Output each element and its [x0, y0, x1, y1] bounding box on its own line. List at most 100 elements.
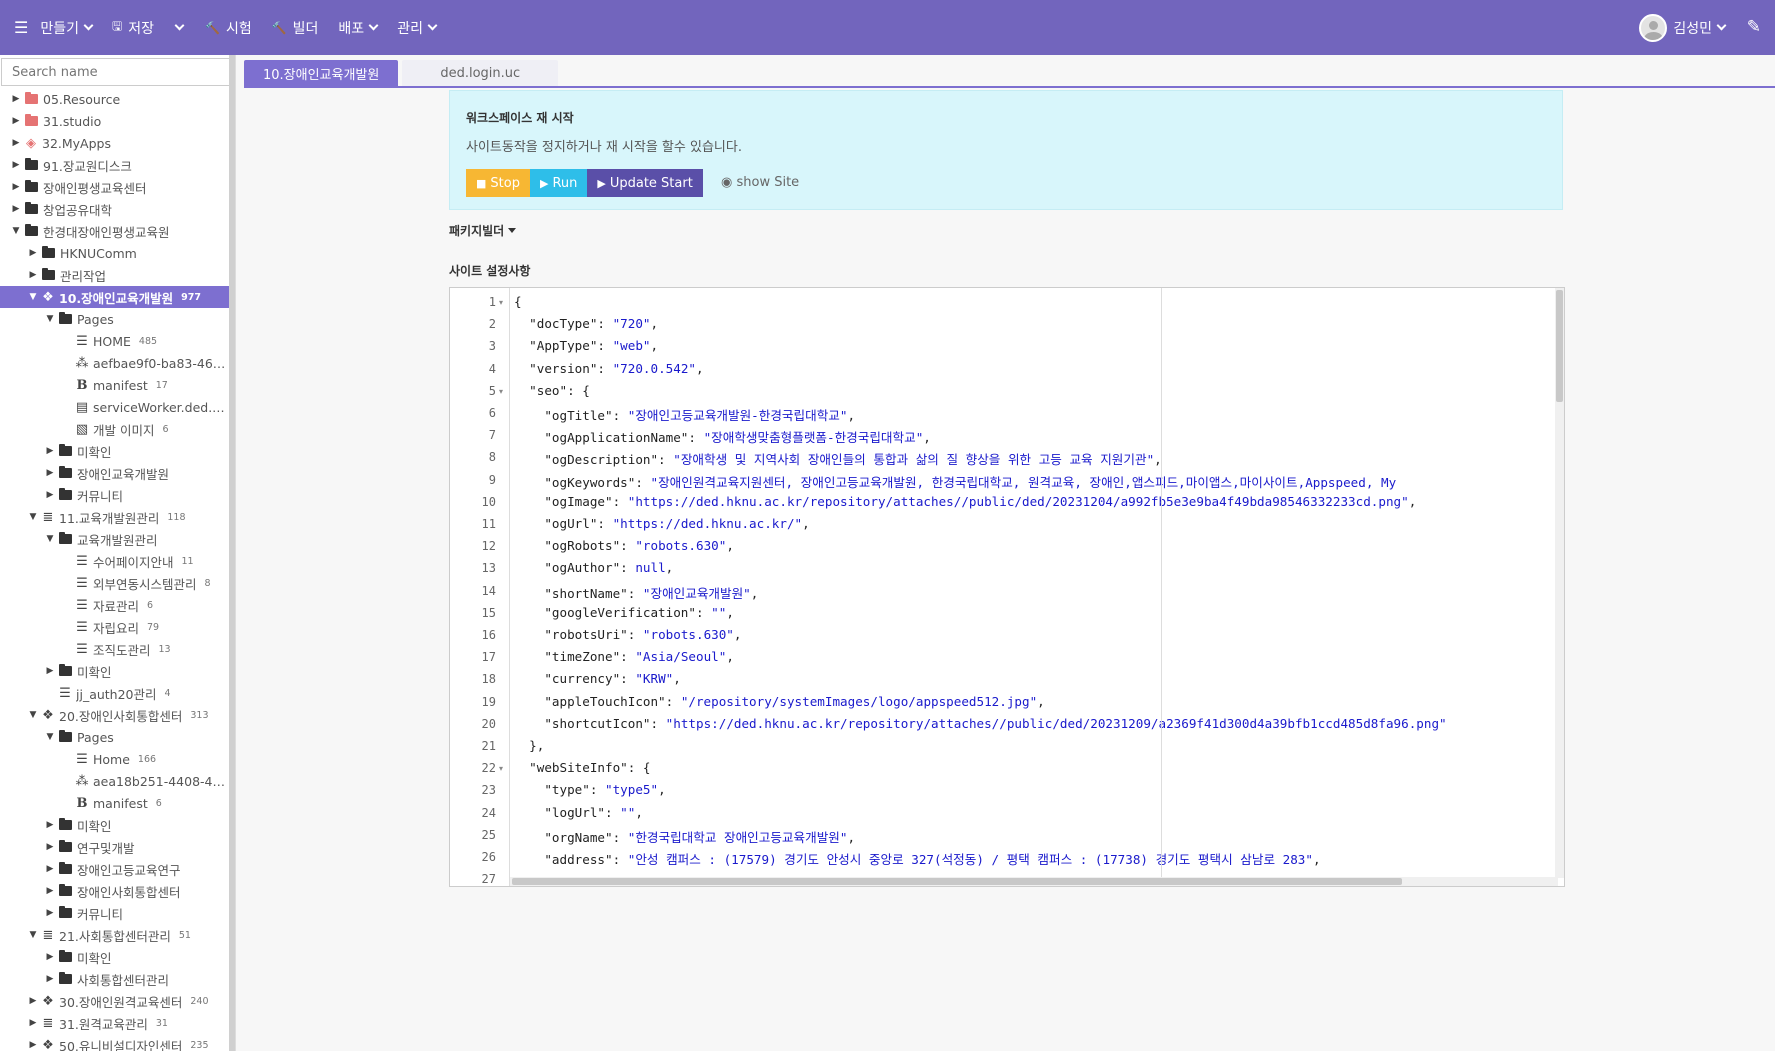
tree-item[interactable]: ▶ 미확인	[0, 440, 230, 462]
caret-right-icon[interactable]: ▶	[44, 842, 56, 852]
tree-item[interactable]: ▶ 05.Resource	[0, 88, 230, 110]
caret-right-icon[interactable]: ▶	[27, 1040, 39, 1050]
fold-toggle-icon[interactable]: ▾	[499, 387, 503, 396]
tree-item[interactable]: ⁂ aefbae9f0-ba83-46…	[0, 352, 230, 374]
tree-item[interactable]: ▼ ❖ 10.장애인교육개발원 977	[0, 286, 230, 308]
caret-right-icon[interactable]: ▶	[44, 666, 56, 676]
manage-menu[interactable]: 관리	[387, 0, 446, 55]
tab-ded-login[interactable]: ded.login.uc	[402, 60, 559, 86]
show-site-link[interactable]: ◉ show Site	[721, 175, 799, 190]
tree-item[interactable]: ▶ 31.studio	[0, 110, 230, 132]
caret-right-icon[interactable]: ▶	[27, 248, 39, 258]
tree-item[interactable]: ▶ 관리작업	[0, 264, 230, 286]
tree-item[interactable]: ▶ 창업공유대학	[0, 198, 230, 220]
caret-down-icon[interactable]: ▼	[44, 534, 56, 544]
caret-right-icon[interactable]: ▶	[10, 138, 22, 148]
tree-item[interactable]: ☰ 조직도관리 13	[0, 638, 230, 660]
tree-item[interactable]: ▼ 한경대장애인평생교육원	[0, 220, 230, 242]
caret-right-icon[interactable]: ▶	[10, 116, 22, 126]
caret-down-icon[interactable]: ▼	[27, 512, 39, 522]
package-builder-dropdown[interactable]: 패키지빌더	[449, 222, 517, 239]
tree-item[interactable]: ▼ 교육개발원관리	[0, 528, 230, 550]
scrollbar-thumb[interactable]	[512, 878, 1402, 885]
tree-item[interactable]: ☰ 수어페이지안내 11	[0, 550, 230, 572]
tree-item[interactable]: ▶ 사회통합센터관리	[0, 968, 230, 990]
tree-item[interactable]: ▶ ❖ 50.유니비설디자인센터 235	[0, 1034, 230, 1051]
caret-down-icon[interactable]: ▼	[44, 314, 56, 324]
sidebar-scrollbar[interactable]	[229, 55, 235, 1051]
stop-button[interactable]: ■ Stop	[466, 169, 530, 197]
tree-item[interactable]: Bmanifest 6	[0, 792, 230, 814]
caret-right-icon[interactable]: ▶	[27, 270, 39, 280]
tree-item[interactable]: ▶ 미확인	[0, 814, 230, 836]
caret-right-icon[interactable]: ▶	[10, 204, 22, 214]
create-menu[interactable]: ☰ 만들기	[0, 0, 102, 55]
caret-right-icon[interactable]: ▶	[44, 864, 56, 874]
tree-item[interactable]: ▼ ≣ 11.교육개발원관리 118	[0, 506, 230, 528]
tree-item[interactable]: ▶ ≣ 31.원격교육관리 31	[0, 1012, 230, 1034]
caret-right-icon[interactable]: ▶	[44, 974, 56, 984]
tree-item[interactable]: ▶ 미확인	[0, 946, 230, 968]
json-code-editor[interactable]: 1 ▾ 2 3 4 5 ▾ 6 7 8 9 10 11 12 13 14 15 16 17 18 19 20 21 22 ▾ 23…	[449, 287, 1565, 887]
pin-icon[interactable]: ✎	[1747, 17, 1761, 37]
tree-item[interactable]: ▶ 91.장교원디스크	[0, 154, 230, 176]
caret-right-icon[interactable]: ▶	[44, 468, 56, 478]
tree-item[interactable]: ☰ HOME 485	[0, 330, 230, 352]
tree-item[interactable]: ▶ 장애인사회통합센터	[0, 880, 230, 902]
caret-right-icon[interactable]: ▶	[27, 996, 39, 1006]
save-dropdown-toggle[interactable]	[164, 0, 195, 55]
user-menu[interactable]: 김성민	[1639, 0, 1727, 55]
tree-item[interactable]: ▶ ◈ 32.MyApps	[0, 132, 230, 154]
vertical-scrollbar[interactable]	[1555, 288, 1564, 878]
tree-item[interactable]: ▶ 연구및개발	[0, 836, 230, 858]
fold-toggle-icon[interactable]: ▾	[499, 298, 503, 307]
tree-item[interactable]: ☰ 자료관리 6	[0, 594, 230, 616]
save-button[interactable]: 🖫 저장	[102, 0, 164, 55]
tree-item[interactable]: ☰ 자립요리 79	[0, 616, 230, 638]
tree-item[interactable]: Bmanifest 17	[0, 374, 230, 396]
tree-item[interactable]: ▼ ❖ 20.장애인사회통합센터 313	[0, 704, 230, 726]
caret-right-icon[interactable]: ▶	[10, 182, 22, 192]
tree-item[interactable]: ☰ jj_auth20관리 4	[0, 682, 230, 704]
caret-right-icon[interactable]: ▶	[44, 820, 56, 830]
tree-item[interactable]: ☰ Home 166	[0, 748, 230, 770]
test-button[interactable]: 🔨 시험	[195, 0, 262, 55]
tab-10-disabled-edu-dev[interactable]: 10.장애인교육개발원	[244, 60, 399, 86]
caret-down-icon[interactable]: ▼	[44, 732, 56, 742]
code-area[interactable]: { "docType": "720", "AppType": "web", "v…	[510, 288, 1550, 886]
caret-right-icon[interactable]: ▶	[27, 1018, 39, 1028]
caret-right-icon[interactable]: ▶	[10, 160, 22, 170]
caret-down-icon[interactable]: ▼	[27, 930, 39, 940]
search-input[interactable]	[1, 58, 233, 86]
hamburger-icon[interactable]: ☰	[14, 18, 28, 37]
scrollbar-thumb[interactable]	[1556, 290, 1563, 402]
caret-down-icon[interactable]: ▼	[27, 292, 39, 302]
tree-item[interactable]: ▼ Pages	[0, 726, 230, 748]
tree-item[interactable]: ⁂ aea18b251-4408-4…	[0, 770, 230, 792]
caret-right-icon[interactable]: ▶	[44, 446, 56, 456]
run-button[interactable]: ▶ Run	[529, 169, 588, 197]
deploy-menu[interactable]: 배포	[328, 0, 387, 55]
caret-down-icon[interactable]: ▼	[27, 710, 39, 720]
horizontal-scrollbar[interactable]	[510, 877, 1558, 886]
tree-item[interactable]: ☰ 외부연동시스템관리 8	[0, 572, 230, 594]
tree-item[interactable]: ▶ HKNUComm	[0, 242, 230, 264]
tree-item[interactable]: ▶ 장애인평생교육센터	[0, 176, 230, 198]
tree-item[interactable]: ▧ 개발 이미지 6	[0, 418, 230, 440]
tree-item[interactable]: ▶ 장애인고등교육연구	[0, 858, 230, 880]
tree-item[interactable]: ▶ 커뮤니티	[0, 484, 230, 506]
tree-item[interactable]: ▼ ≣ 21.사회통합센터관리 51	[0, 924, 230, 946]
fold-toggle-icon[interactable]: ▾	[499, 764, 503, 773]
caret-right-icon[interactable]: ▶	[10, 94, 22, 104]
tree-item[interactable]: ▶ ❖ 30.장애인원격교육센터 240	[0, 990, 230, 1012]
caret-right-icon[interactable]: ▶	[44, 490, 56, 500]
update-start-button[interactable]: ▶ Update Start	[587, 169, 703, 197]
caret-right-icon[interactable]: ▶	[44, 952, 56, 962]
build-button[interactable]: 🔨 빌더	[262, 0, 329, 55]
tree-item[interactable]: ▶ 장애인교육개발원	[0, 462, 230, 484]
caret-right-icon[interactable]: ▶	[44, 908, 56, 918]
tree-item[interactable]: ▶ 커뮤니티	[0, 902, 230, 924]
caret-down-icon[interactable]: ▼	[10, 226, 22, 236]
caret-right-icon[interactable]: ▶	[44, 886, 56, 896]
tree-item[interactable]: ▼ Pages	[0, 308, 230, 330]
